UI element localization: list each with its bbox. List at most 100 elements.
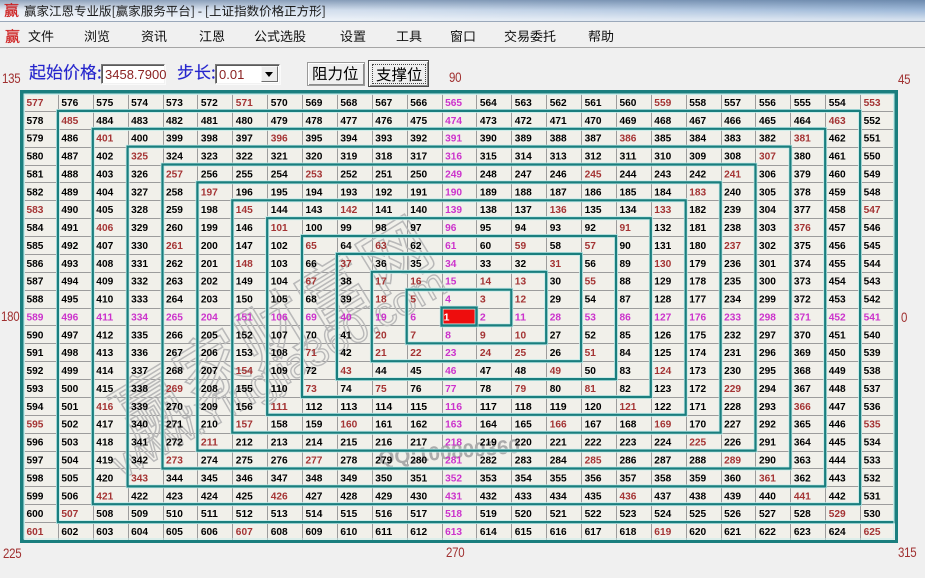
svg-text:312: 312 <box>585 151 602 163</box>
svg-text:556: 556 <box>759 97 776 109</box>
svg-text:173: 173 <box>689 365 706 377</box>
svg-text:197: 197 <box>201 186 218 198</box>
svg-text:13: 13 <box>515 276 526 288</box>
svg-text:37: 37 <box>340 258 351 270</box>
svg-text:198: 198 <box>201 204 218 216</box>
svg-text:490: 490 <box>61 204 78 216</box>
svg-text:342: 342 <box>131 455 148 467</box>
svg-text:84: 84 <box>620 347 631 359</box>
svg-text:528: 528 <box>794 508 811 520</box>
svg-text:29: 29 <box>550 294 561 306</box>
svg-text:201: 201 <box>201 258 218 270</box>
svg-text:189: 189 <box>480 186 497 198</box>
svg-text:133: 133 <box>654 204 671 216</box>
svg-text:52: 52 <box>585 329 596 341</box>
svg-text:275: 275 <box>236 455 253 467</box>
svg-text:465: 465 <box>759 115 776 127</box>
svg-text:116: 116 <box>445 401 462 413</box>
svg-text:444: 444 <box>829 455 846 467</box>
svg-text:532: 532 <box>864 472 881 484</box>
svg-text:536: 536 <box>864 401 881 413</box>
svg-text:30: 30 <box>550 276 561 288</box>
svg-text:54: 54 <box>585 294 596 306</box>
svg-text:159: 159 <box>306 419 323 431</box>
svg-text:530: 530 <box>864 508 881 520</box>
svg-text:136: 136 <box>550 204 567 216</box>
svg-text:83: 83 <box>620 365 631 377</box>
svg-text:273: 273 <box>166 455 183 467</box>
svg-text:428: 428 <box>340 490 357 502</box>
svg-text:154: 154 <box>236 365 253 377</box>
svg-text:247: 247 <box>515 168 532 180</box>
svg-text:433: 433 <box>515 490 532 502</box>
svg-text:185: 185 <box>620 186 637 198</box>
svg-text:86: 86 <box>620 312 631 324</box>
svg-text:603: 603 <box>96 526 113 538</box>
svg-text:35: 35 <box>410 258 421 270</box>
svg-text:101: 101 <box>271 222 288 234</box>
svg-text:376: 376 <box>794 222 811 234</box>
svg-text:157: 157 <box>236 419 253 431</box>
svg-text:426: 426 <box>271 490 288 502</box>
svg-text:161: 161 <box>375 419 392 431</box>
svg-text:135: 135 <box>585 204 602 216</box>
svg-text:263: 263 <box>166 276 183 288</box>
svg-text:328: 328 <box>131 204 148 216</box>
svg-text:374: 374 <box>794 258 811 270</box>
svg-text:321: 321 <box>271 151 288 163</box>
svg-text:369: 369 <box>794 347 811 359</box>
svg-text:416: 416 <box>96 401 113 413</box>
svg-text:480: 480 <box>236 115 253 127</box>
svg-text:222: 222 <box>585 437 602 449</box>
svg-text:497: 497 <box>61 329 78 341</box>
svg-text:421: 421 <box>96 490 113 502</box>
svg-text:596: 596 <box>27 437 44 449</box>
svg-text:478: 478 <box>306 115 323 127</box>
svg-text:202: 202 <box>201 276 218 288</box>
svg-text:447: 447 <box>829 401 846 413</box>
svg-text:566: 566 <box>410 97 427 109</box>
svg-text:94: 94 <box>515 222 526 234</box>
svg-text:186: 186 <box>585 186 602 198</box>
svg-text:131: 131 <box>654 240 671 252</box>
svg-text:229: 229 <box>724 383 741 395</box>
svg-text:153: 153 <box>236 347 253 359</box>
svg-text:142: 142 <box>340 204 357 216</box>
svg-text:293: 293 <box>759 401 776 413</box>
svg-text:73: 73 <box>306 383 317 395</box>
svg-text:113: 113 <box>340 401 357 413</box>
svg-text:111: 111 <box>271 401 288 413</box>
svg-text:34: 34 <box>445 258 456 270</box>
svg-text:8: 8 <box>445 329 451 341</box>
svg-text:459: 459 <box>829 186 846 198</box>
svg-text:117: 117 <box>480 401 497 413</box>
svg-text:384: 384 <box>689 133 706 145</box>
svg-text:174: 174 <box>689 347 706 359</box>
svg-text:1: 1 <box>444 312 450 324</box>
svg-text:271: 271 <box>166 419 183 431</box>
svg-text:187: 187 <box>550 186 567 198</box>
svg-text:283: 283 <box>515 455 532 467</box>
svg-text:227: 227 <box>724 419 741 431</box>
svg-text:43: 43 <box>340 365 351 377</box>
svg-text:249: 249 <box>445 168 462 180</box>
svg-text:9: 9 <box>480 329 486 341</box>
svg-text:289: 289 <box>724 455 741 467</box>
svg-text:110: 110 <box>271 383 288 395</box>
svg-text:458: 458 <box>829 204 846 216</box>
svg-text:448: 448 <box>829 383 846 395</box>
svg-text:274: 274 <box>201 455 218 467</box>
svg-text:504: 504 <box>61 455 78 467</box>
svg-text:466: 466 <box>724 115 741 127</box>
svg-text:372: 372 <box>794 294 811 306</box>
svg-text:585: 585 <box>27 240 44 252</box>
svg-text:462: 462 <box>829 133 846 145</box>
svg-text:226: 226 <box>724 437 741 449</box>
svg-text:138: 138 <box>480 204 497 216</box>
svg-text:499: 499 <box>61 365 78 377</box>
svg-text:128: 128 <box>654 294 671 306</box>
svg-text:427: 427 <box>306 490 323 502</box>
svg-text:597: 597 <box>27 455 44 467</box>
svg-text:147: 147 <box>236 240 253 252</box>
svg-text:435: 435 <box>585 490 602 502</box>
